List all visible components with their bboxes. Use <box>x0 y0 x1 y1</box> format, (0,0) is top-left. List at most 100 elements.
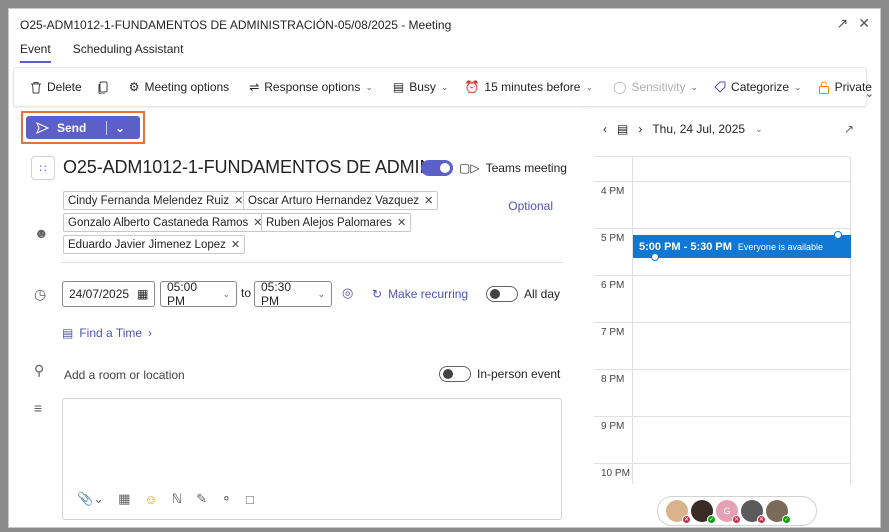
avatar[interactable]: ✓ <box>691 500 716 524</box>
more-apps-icon[interactable]: □ <box>246 492 254 507</box>
remove-attendee-icon[interactable]: ✕ <box>234 194 243 207</box>
in-person-toggle[interactable] <box>439 366 471 382</box>
all-day-toggle-row: All day <box>486 286 560 302</box>
end-time-dropdown[interactable]: 05:30 PM ⌄ <box>254 280 332 308</box>
make-recurring-button[interactable]: ↻ Make recurring <box>372 287 468 301</box>
attendee-chip[interactable]: Gonzalo Alberto Castaneda Ramos ✕ <box>63 213 268 232</box>
meeting-window: O25-ADM1012-1-FUNDAMENTOS DE ADMINISTRAC… <box>8 8 881 528</box>
attendees-field[interactable]: Cindy Fernanda Melendez Ruiz ✕ Oscar Artu… <box>61 189 563 263</box>
attendee-chip[interactable]: Ruben Alejos Palomares ✕ <box>261 213 412 232</box>
hour-row[interactable]: 9 PM <box>594 417 850 464</box>
meeting-event-block[interactable]: 5:00 PM - 5:30 PM Everyone is available <box>633 235 851 258</box>
send-options-chevron-icon[interactable]: ⌄ <box>107 121 125 135</box>
attendee-chip[interactable]: Cindy Fernanda Melendez Ruiz ✕ <box>63 191 249 210</box>
location-input[interactable]: Add a room or location <box>64 368 185 382</box>
expand-icon[interactable]: ↗ <box>844 122 854 136</box>
in-person-toggle-row: In-person event <box>439 366 560 382</box>
avatar[interactable]: ✕ <box>666 500 691 524</box>
video-camera-icon: ▢▷ <box>459 161 480 175</box>
start-time-dropdown[interactable]: 05:00 PM ⌄ <box>160 280 237 308</box>
hour-row[interactable]: 4 PM <box>594 182 850 229</box>
teams-meeting-toggle-row: ▢▷ Teams meeting <box>421 160 567 176</box>
signature-pen-icon[interactable]: ✎ <box>196 491 207 507</box>
avatar[interactable]: ✕ <box>741 500 766 524</box>
chevron-down-icon: ⌄ <box>794 81 802 92</box>
attendee-chip[interactable]: Eduardo Javier Jimenez Lopez ✕ <box>63 235 246 254</box>
response-options-label: Response options <box>264 80 361 94</box>
response-options-button[interactable]: ⇌ Response options ⌄ <box>241 73 381 101</box>
loop-component-icon[interactable]: ⚬ <box>221 491 232 507</box>
insert-image-icon[interactable]: ▦ <box>118 491 130 507</box>
hour-row[interactable]: 6 PM <box>594 276 850 323</box>
send-highlight: Send ⌄ <box>21 111 145 144</box>
emoji-icon[interactable]: ☺ <box>144 492 157 507</box>
attendee-name: Eduardo Javier Jimenez Lopez <box>68 238 226 251</box>
delete-label: Delete <box>47 80 82 94</box>
chevron-down-icon: ⌄ <box>365 81 373 92</box>
hour-row[interactable]: 7 PM <box>594 323 850 370</box>
busy-dropdown[interactable]: ▤ Busy ⌄ <box>385 73 457 101</box>
delete-button[interactable]: Delete <box>22 73 90 101</box>
chevron-down-icon: ⌄ <box>690 81 699 92</box>
grid-right-border <box>850 157 851 484</box>
find-a-time-label: Find a Time <box>79 326 143 340</box>
toolbar: Delete ⚙ Meeting options ⇌ Response opti… <box>13 67 872 107</box>
hour-label: 6 PM <box>601 280 625 291</box>
attendee-name: Gonzalo Alberto Castaneda Ramos <box>68 216 249 229</box>
chevron-right-icon[interactable]: › <box>638 122 642 136</box>
optional-attendees-link[interactable]: Optional <box>508 199 553 213</box>
categorize-label: Categorize <box>731 80 790 94</box>
event-resize-handle-top[interactable] <box>834 231 842 239</box>
chevron-left-icon[interactable]: ‹ <box>603 122 607 136</box>
declined-status-icon: ✕ <box>732 515 741 524</box>
hour-row[interactable]: 10 PM <box>594 464 850 485</box>
meeting-options-label: Meeting options <box>144 80 230 94</box>
chevron-down-icon: ⌄ <box>440 81 449 92</box>
send-main-action[interactable]: Send <box>26 121 106 135</box>
attendee-avatars[interactable]: ✕ ✓ G ✕ ✕ ✓ <box>657 496 817 526</box>
copy-button[interactable] <box>90 73 117 101</box>
tab-scheduling-assistant[interactable]: Scheduling Assistant <box>73 42 184 63</box>
attach-paperclip-icon[interactable]: 📎⌄ <box>77 491 104 507</box>
tab-event[interactable]: Event <box>20 42 51 63</box>
event-resize-handle-bottom[interactable] <box>651 253 659 261</box>
chevron-down-icon[interactable]: ⌄ <box>755 124 763 135</box>
reminder-dropdown[interactable]: ⏰ 15 minutes before ⌄ <box>456 73 601 101</box>
event-time: 5:00 PM - 5:30 PM <box>639 240 732 253</box>
sensitivity-dropdown[interactable]: ◯ Sensitivity ⌄ <box>605 73 706 101</box>
ribbon-overflow-chevron-icon[interactable]: ⌄ <box>865 87 874 100</box>
tab-bar: Event Scheduling Assistant <box>20 42 183 63</box>
avatar[interactable]: G ✕ <box>716 500 741 524</box>
send-icon <box>36 121 49 134</box>
categorize-dropdown[interactable]: Categorize ⌄ <box>706 73 810 101</box>
date-picker[interactable]: 24/07/2025 ▦ <box>62 281 155 307</box>
format-text-icon[interactable]: ℕ <box>172 491 182 507</box>
meeting-category-icon[interactable]: ∷ <box>31 156 55 180</box>
teams-meeting-label: Teams meeting <box>485 161 567 175</box>
avatar[interactable]: ✓ <box>766 500 791 524</box>
pop-out-icon[interactable]: ↗︎ <box>837 15 849 32</box>
clock-icon: ◷ <box>34 286 47 302</box>
send-button[interactable]: Send ⌄ <box>26 116 140 139</box>
alarm-clock-icon: ⏰ <box>464 80 480 94</box>
sensitivity-label: Sensitivity <box>631 80 686 94</box>
time-zone-globe-icon[interactable]: ◎ <box>342 285 353 301</box>
meeting-options-button[interactable]: ⚙ Meeting options <box>121 73 238 101</box>
remove-attendee-icon[interactable]: ✕ <box>231 238 240 251</box>
teams-meeting-toggle[interactable] <box>421 160 453 176</box>
attendee-chip[interactable]: Oscar Arturo Hernandez Vazquez ✕ <box>243 191 439 210</box>
date-value: 24/07/2025 <box>69 287 130 301</box>
remove-attendee-icon[interactable]: ✕ <box>424 194 433 207</box>
today-calendar-icon[interactable]: ▤ <box>617 122 628 136</box>
calendar-preview: ‹ ▤ › Thu, 24 Jul, 2025 ⌄ ↗ 4 PM 5 PM 6 … <box>594 108 866 526</box>
all-day-label: All day <box>524 287 561 301</box>
all-day-toggle[interactable] <box>486 286 518 302</box>
meeting-title-input[interactable]: O25-ADM1012-1-FUNDAMENTOS DE ADMINI... <box>63 157 452 178</box>
remove-attendee-icon[interactable]: ✕ <box>397 216 406 229</box>
hour-row[interactable]: 8 PM <box>594 370 850 417</box>
calendar-date-picker[interactable]: Thu, 24 Jul, 2025 <box>652 122 745 136</box>
find-a-time-button[interactable]: ▤ Find a Time › <box>62 326 152 340</box>
meeting-body-editor[interactable]: 📎⌄ ▦ ☺ ℕ ✎ ⚬ □ <box>62 398 562 520</box>
title-bar: O25-ADM1012-1-FUNDAMENTOS DE ADMINISTRAC… <box>9 9 880 41</box>
close-icon[interactable]: ✕ <box>858 15 870 32</box>
